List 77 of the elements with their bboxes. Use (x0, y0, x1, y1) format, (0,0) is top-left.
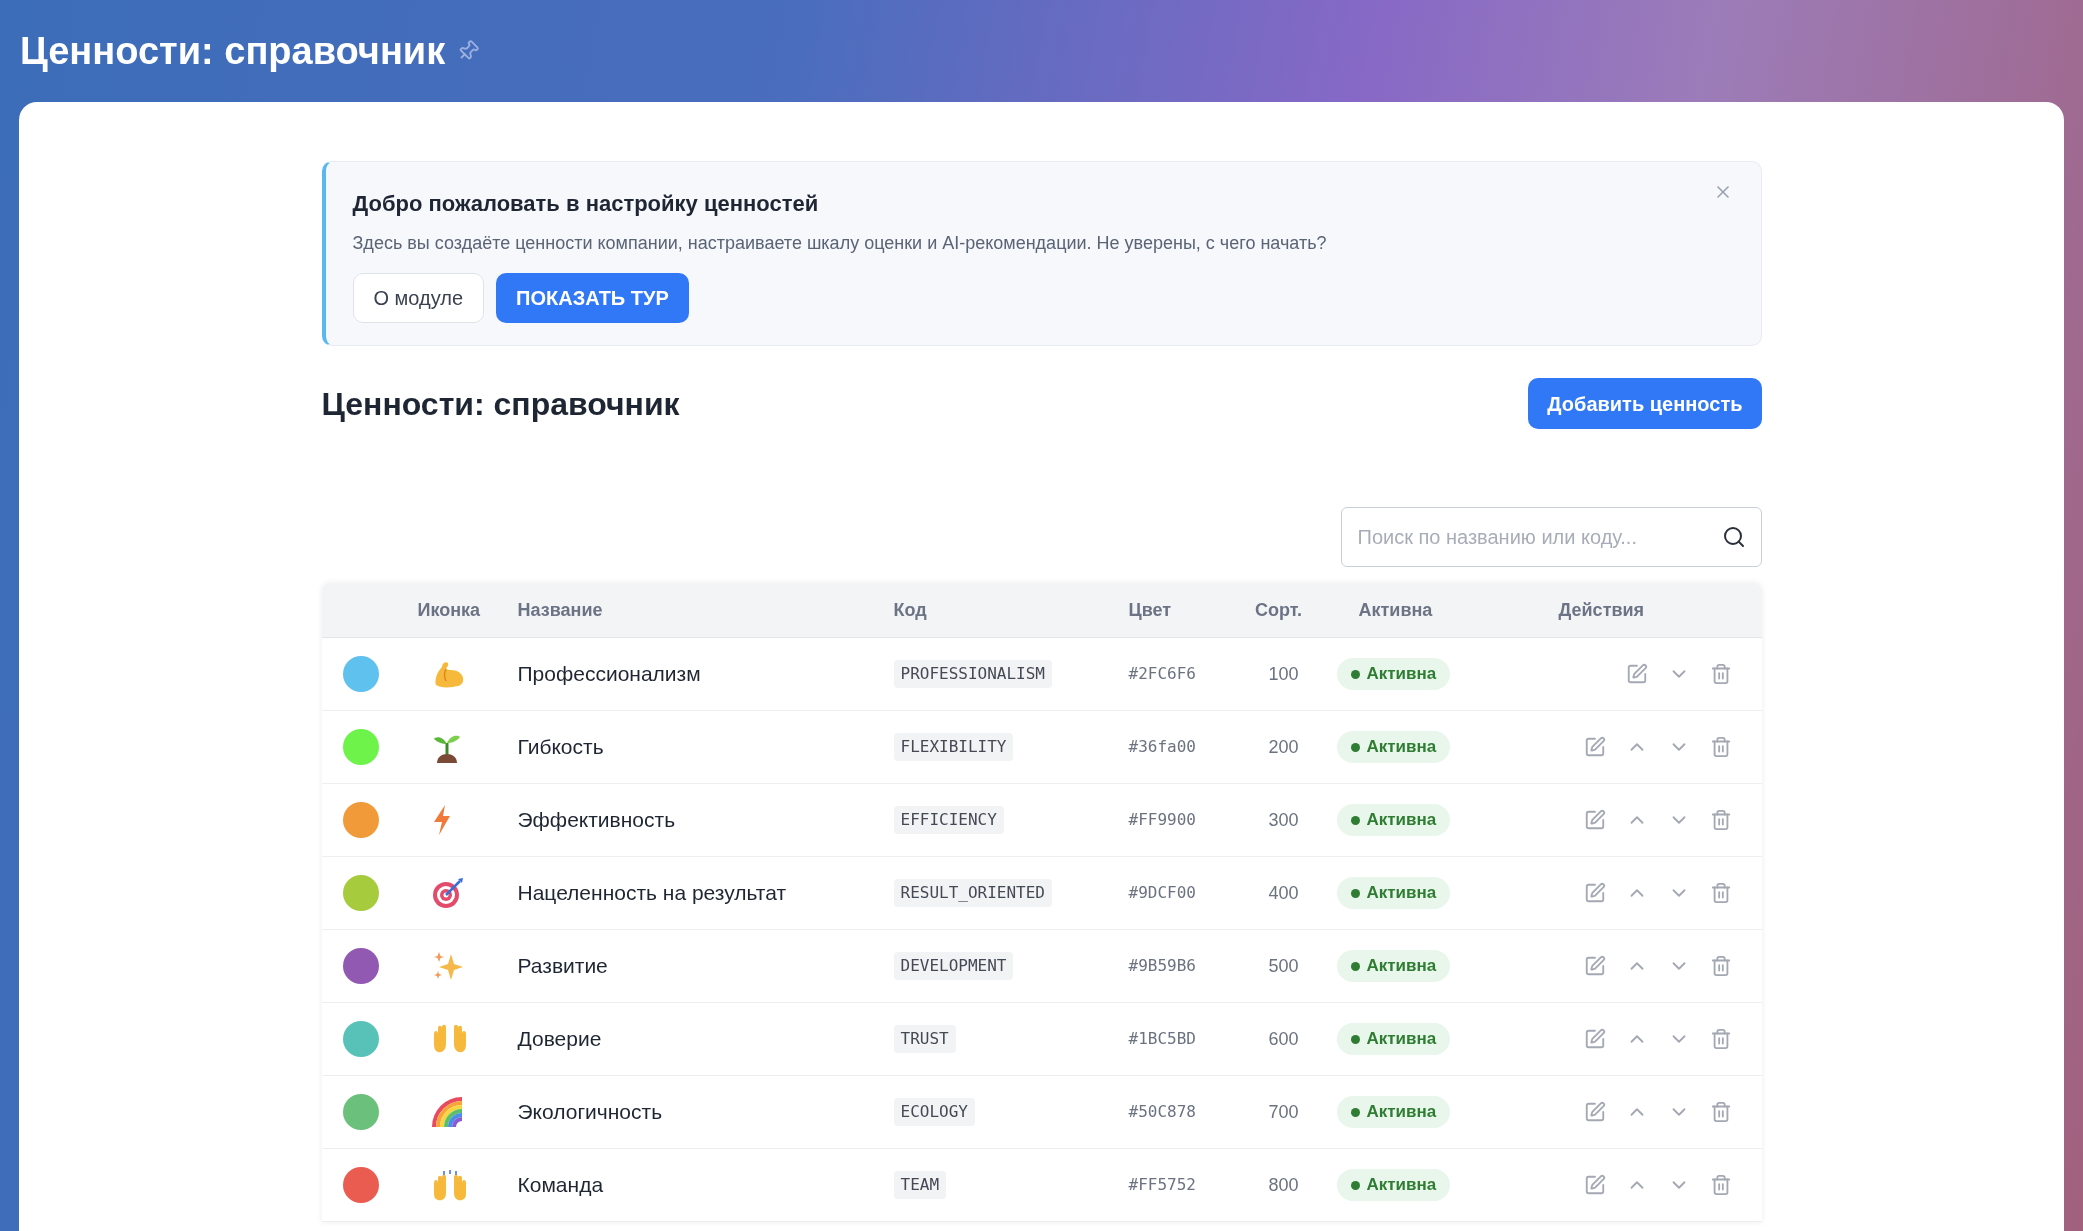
delete-icon[interactable] (1709, 1174, 1732, 1196)
delete-icon[interactable] (1709, 736, 1732, 758)
column-header: Название (517, 598, 604, 622)
color-hex: #36fa00 (1128, 736, 1197, 758)
value-code: EFFICIENCY (893, 806, 1004, 834)
rainbow-icon (431, 1097, 464, 1127)
edit-icon[interactable] (1583, 882, 1606, 904)
value-code: DEVELOPMENT (893, 952, 1014, 980)
color-hex: #9B59B6 (1128, 955, 1197, 977)
sort-order: 800 (1267, 1173, 1299, 1197)
delete-icon[interactable] (1709, 1101, 1732, 1123)
column-header: Сорт. (1255, 598, 1302, 622)
value-name: Доверие (517, 1026, 603, 1053)
tour-button[interactable]: ПОКАЗАТЬ ТУР (496, 273, 689, 323)
delete-icon[interactable] (1709, 882, 1732, 904)
raised-hands-icon (431, 1169, 468, 1201)
delete-icon[interactable] (1709, 955, 1732, 977)
color-hex: #50C878 (1128, 1101, 1197, 1123)
value-code: TRUST (893, 1025, 956, 1053)
delete-icon[interactable] (1709, 663, 1732, 685)
value-name: Профессионализм (517, 661, 702, 688)
value-name: Гибкость (517, 734, 605, 761)
value-name: Эффективность (517, 807, 677, 834)
delete-icon[interactable] (1709, 1028, 1732, 1050)
column-header: Цвет (1128, 598, 1173, 622)
search-field[interactable]: Поиск по названию или коду... (1340, 507, 1762, 567)
page-title: Ценности: справочник (20, 28, 446, 74)
about-button[interactable]: О модуле (352, 273, 485, 323)
color-hex: #FF9900 (1128, 809, 1197, 831)
column-header: Код (893, 598, 928, 622)
sort-order: 300 (1267, 808, 1299, 832)
open-hands-icon (431, 1024, 468, 1054)
status-badge: Активна (1336, 950, 1451, 982)
status-badge: Активна (1336, 658, 1451, 690)
section-heading: Ценности: справочник (321, 384, 680, 424)
status-badge: Активна (1336, 804, 1451, 836)
value-code: TEAM (893, 1171, 947, 1199)
sort-order: 600 (1267, 1027, 1299, 1051)
status-badge: Активна (1336, 731, 1451, 763)
value-name: Развитие (517, 953, 609, 980)
sort-order: 100 (1267, 662, 1299, 686)
color-hex: #FF5752 (1128, 1174, 1197, 1196)
edit-icon[interactable] (1583, 809, 1606, 831)
edit-icon[interactable] (1583, 955, 1606, 977)
value-code: FLEXIBILITY (893, 733, 1014, 761)
sort-order: 500 (1267, 954, 1299, 978)
status-badge: Активна (1336, 1023, 1451, 1055)
banner-title: Добро пожаловать в настройку ценностей (352, 190, 819, 218)
edit-icon[interactable] (1583, 736, 1606, 758)
value-name: Нацеленность на результат (517, 880, 788, 907)
target-icon (431, 877, 464, 909)
sort-order: 700 (1267, 1100, 1299, 1124)
banner-text: Здесь вы создаёте ценности компании, настраиваете шкалу оценки и AI-рекомендации. Не уверены, с чего начать? (352, 232, 1328, 255)
lightning-icon (431, 804, 452, 836)
value-code: ECOLOGY (893, 1098, 975, 1126)
edit-icon[interactable] (1583, 1101, 1606, 1123)
edit-icon[interactable] (1583, 1174, 1606, 1196)
delete-icon[interactable] (1709, 809, 1732, 831)
add-value-button[interactable]: Добавить ценность (1528, 378, 1762, 429)
column-header: Действия (1557, 598, 1646, 622)
color-hex: #2FC6F6 (1128, 663, 1197, 685)
status-badge: Активна (1336, 877, 1451, 909)
edit-icon[interactable] (1583, 1028, 1606, 1050)
column-header: Активна (1357, 598, 1434, 622)
sort-order: 400 (1267, 881, 1299, 905)
sort-order: 200 (1267, 735, 1299, 759)
value-name: Экологичность (517, 1099, 664, 1126)
value-code: RESULT_ORIENTED (893, 879, 1052, 907)
edit-icon[interactable] (1625, 663, 1648, 685)
value-name: Команда (517, 1172, 605, 1199)
color-hex: #9DCF00 (1128, 882, 1197, 904)
column-header: Иконка (417, 598, 482, 622)
status-badge: Активна (1336, 1169, 1451, 1201)
search-icon[interactable] (1721, 525, 1746, 549)
value-code: PROFESSIONALISM (893, 660, 1052, 688)
color-hex: #1BC5BD (1128, 1028, 1197, 1050)
status-badge: Активна (1336, 1096, 1451, 1128)
